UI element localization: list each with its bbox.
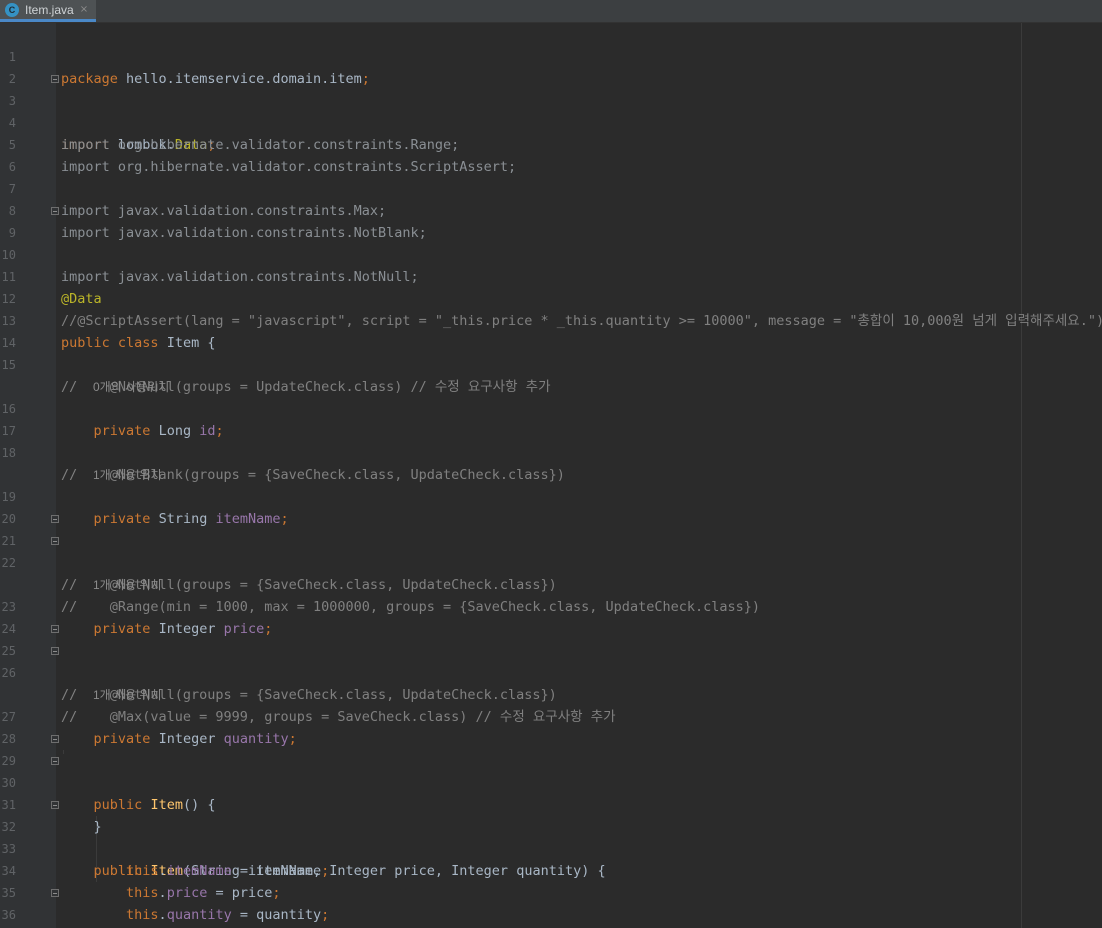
code-line: 4 import org.hibernate.validator.constra… — [0, 90, 1102, 153]
code-line: 21 // @NotNull(groups = {SaveCheck.class… — [0, 508, 1102, 593]
code-line: 2 — [0, 46, 1102, 86]
usage-hint[interactable]: 0개의 사용위치 — [0, 354, 1102, 394]
usage-hint[interactable]: 1개 사용 위치 — [0, 442, 1102, 482]
class-icon: C — [5, 2, 19, 17]
fold-icon[interactable] — [51, 537, 59, 545]
code-line: 1 package hello.itemservice.domain.item; — [0, 24, 1102, 87]
code-line: 36 } — [0, 882, 1102, 922]
fold-icon[interactable] — [51, 75, 59, 83]
fold-icon[interactable] — [51, 889, 59, 897]
code-line: 16 private Long id; — [0, 376, 1102, 439]
code-line: 18 // @NotBlank(groups = {SaveCheck.clas… — [0, 420, 1102, 483]
code-editor[interactable]: 1 package hello.itemservice.domain.item;… — [0, 24, 1102, 926]
code-line: 24 — [0, 596, 1102, 636]
code-line: 13 public class Item { — [0, 288, 1102, 351]
code-line: 19 private String itemName; — [0, 464, 1102, 527]
code-line: 8 import javax.validation.constraints.No… — [0, 178, 1102, 241]
code-line: 31 — [0, 772, 1102, 812]
code-line: 10 — [0, 222, 1102, 262]
code-line: 15 // @NotNull(groups = UpdateCheck.clas… — [0, 332, 1102, 395]
code-line: 9 import javax.validation.constraints.No… — [0, 200, 1102, 285]
code-line: 12 //@ScriptAssert(lang = "javascript", … — [0, 266, 1102, 329]
code-line: 17 — [0, 398, 1102, 438]
code-line: 29 public Item() { — [0, 728, 1102, 813]
editor-tab-bar: C Item.java × — [0, 0, 1102, 23]
close-icon[interactable]: × — [80, 4, 88, 15]
code-line: 28 — [0, 706, 1102, 746]
usage-hint[interactable]: 1개 사용 위치 — [0, 662, 1102, 702]
usage-hint[interactable]: 1개 사용 위치 — [0, 552, 1102, 592]
code-line: 27 private Integer quantity; — [0, 684, 1102, 747]
code-line: 7 import javax.validation.constraints.Ma… — [0, 156, 1102, 219]
fold-icon[interactable] — [51, 735, 59, 743]
code-line: 11 @Data — [0, 244, 1102, 307]
code-line: 33 this.itemName = itemName; — [0, 816, 1102, 879]
code-line: 37 } — [0, 904, 1102, 926]
fold-icon[interactable] — [51, 757, 59, 765]
code-line: 23 private Integer price; — [0, 574, 1102, 637]
code-line: 14 — [0, 310, 1102, 350]
code-line: 25 // @NotNull(groups = {SaveCheck.class… — [0, 618, 1102, 703]
fold-icon[interactable] — [51, 207, 59, 215]
code-line: 32 public Item(String itemName, Integer … — [0, 794, 1102, 879]
fold-icon[interactable] — [51, 801, 59, 809]
code-line: 35 this.quantity = quantity; — [0, 860, 1102, 923]
code-line: 20 — [0, 486, 1102, 526]
code-line: 6 — [0, 134, 1102, 174]
fold-icon[interactable] — [51, 625, 59, 633]
code-line: 5 import org.hibernate.validator.constra… — [0, 112, 1102, 175]
code-line: 3 import lombok.Data; — [0, 68, 1102, 153]
tab-item-java[interactable]: C Item.java × — [0, 0, 96, 22]
code-line: 26 // @Max(value = 9999, groups = SaveCh… — [0, 640, 1102, 725]
code-line: 22 // @Range(min = 1000, max = 1000000, … — [0, 530, 1102, 615]
code-line: 34 this.price = price; — [0, 838, 1102, 901]
code-line: 30 } — [0, 750, 1102, 835]
tab-label: Item.java — [25, 2, 74, 17]
fold-icon[interactable] — [51, 515, 59, 523]
fold-icon[interactable] — [51, 647, 59, 655]
